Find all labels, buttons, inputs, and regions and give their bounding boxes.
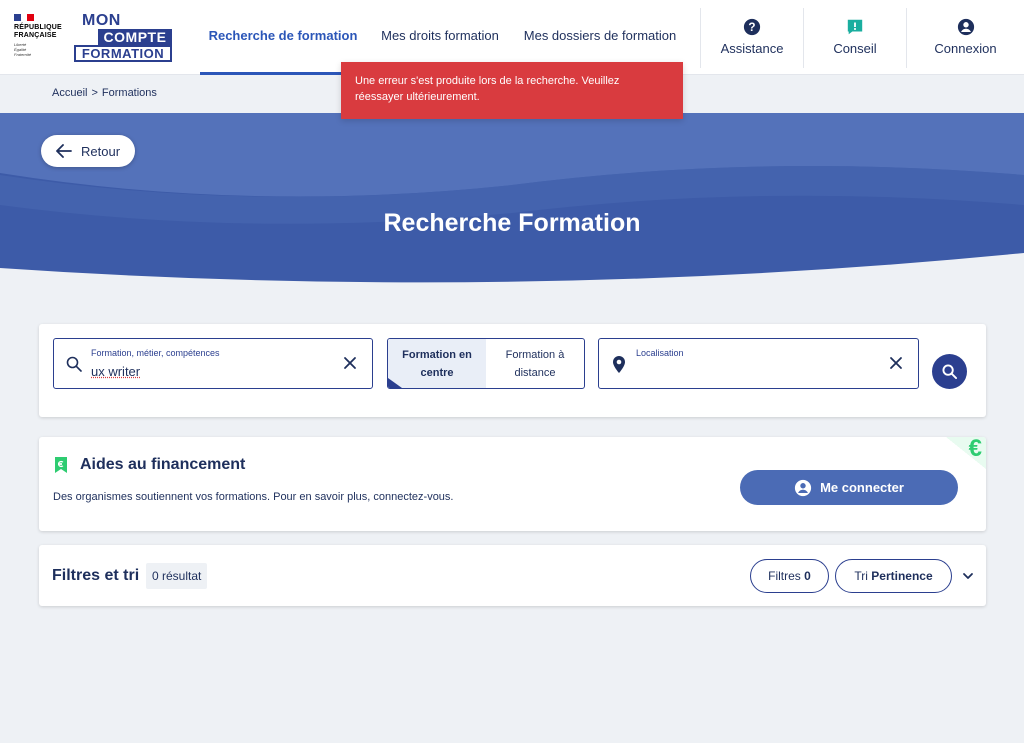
location-field[interactable]: Localisation: [598, 338, 919, 389]
breadcrumb-home[interactable]: Accueil: [52, 87, 87, 99]
mode-formation-en-centre[interactable]: Formation en centre: [388, 339, 486, 388]
back-label: Retour: [81, 143, 121, 159]
funding-description: Des organismes soutiennent vos formation…: [53, 491, 454, 503]
mon-compte-formation-logo[interactable]: MON COMPTE FORMATION: [74, 12, 172, 62]
me-connecter-label: Me connecter: [820, 480, 904, 495]
sort-button[interactable]: Tri Pertinence: [835, 559, 952, 593]
filters-card: Filtres et tri 0 résultat Filtres 0 Tri …: [39, 545, 986, 606]
filters-count: 0: [804, 569, 811, 583]
chat-alert-icon: [847, 19, 863, 35]
hero-banner: [0, 113, 1024, 293]
location-pin-icon: [613, 356, 625, 373]
republic-text: RÉPUBLIQUE FRANÇAISE: [14, 24, 62, 39]
user-circle-icon: [957, 18, 974, 36]
connexion-button[interactable]: Connexion: [906, 8, 1024, 68]
connexion-label: Connexion: [934, 41, 997, 56]
question-circle-icon: ?: [743, 18, 761, 36]
republique-francaise-logo[interactable]: RÉPUBLIQUE FRANÇAISE Liberté Égalité Fra…: [14, 14, 66, 57]
french-flag-icon: [14, 14, 35, 21]
query-field[interactable]: Formation, métier, compétences ux writer: [53, 338, 373, 389]
funding-card: € Aides au financement Des organismes so…: [39, 437, 986, 531]
conseil-label: Conseil: [833, 41, 877, 56]
euro-corner: €: [946, 437, 986, 469]
me-connecter-button[interactable]: Me connecter: [740, 470, 958, 505]
republic-motto: Liberté Égalité Fraternité: [14, 42, 32, 57]
clear-location-icon[interactable]: [888, 355, 904, 371]
training-mode-toggle: Formation en centre Formation à distance: [387, 338, 585, 389]
funding-title: Aides au financement: [80, 456, 246, 473]
chevron-down-icon[interactable]: [962, 571, 974, 581]
clear-query-icon[interactable]: [342, 355, 358, 371]
mode-formation-a-distance[interactable]: Formation à distance: [486, 339, 584, 388]
arrow-left-icon: [56, 144, 72, 158]
filters-title: Filtres et tri: [52, 567, 140, 584]
bookmark-euro-icon: [55, 457, 67, 473]
search-card: Formation, métier, compétences ux writer…: [39, 324, 986, 417]
query-value: ux writer: [91, 364, 141, 379]
location-label: Localisation: [636, 348, 684, 358]
back-button[interactable]: Retour: [41, 135, 135, 167]
assistance-label: Assistance: [720, 41, 784, 56]
page-title: Recherche Formation: [383, 209, 641, 237]
euro-icon: €: [968, 437, 982, 462]
query-input[interactable]: ux writer: [91, 364, 140, 379]
sort-value: Pertinence: [871, 569, 933, 583]
user-circle-icon: [794, 479, 812, 496]
search-submit-button[interactable]: [932, 354, 967, 389]
search-icon: [942, 364, 957, 379]
breadcrumb-separator: >: [91, 87, 98, 99]
breadcrumb-current: Formations: [101, 87, 157, 99]
filters-button[interactable]: Filtres 0: [750, 559, 829, 593]
assistance-button[interactable]: ? Assistance: [700, 8, 803, 68]
conseil-button[interactable]: Conseil: [803, 8, 906, 68]
error-toast: Une erreur s'est produite lors de la rec…: [341, 62, 683, 119]
result-count-badge: 0 résultat: [146, 563, 208, 589]
breadcrumb: Accueil > Formations: [52, 87, 157, 99]
search-icon: [66, 356, 82, 372]
query-label: Formation, métier, compétences: [91, 348, 220, 358]
svg-text:?: ?: [748, 21, 755, 34]
